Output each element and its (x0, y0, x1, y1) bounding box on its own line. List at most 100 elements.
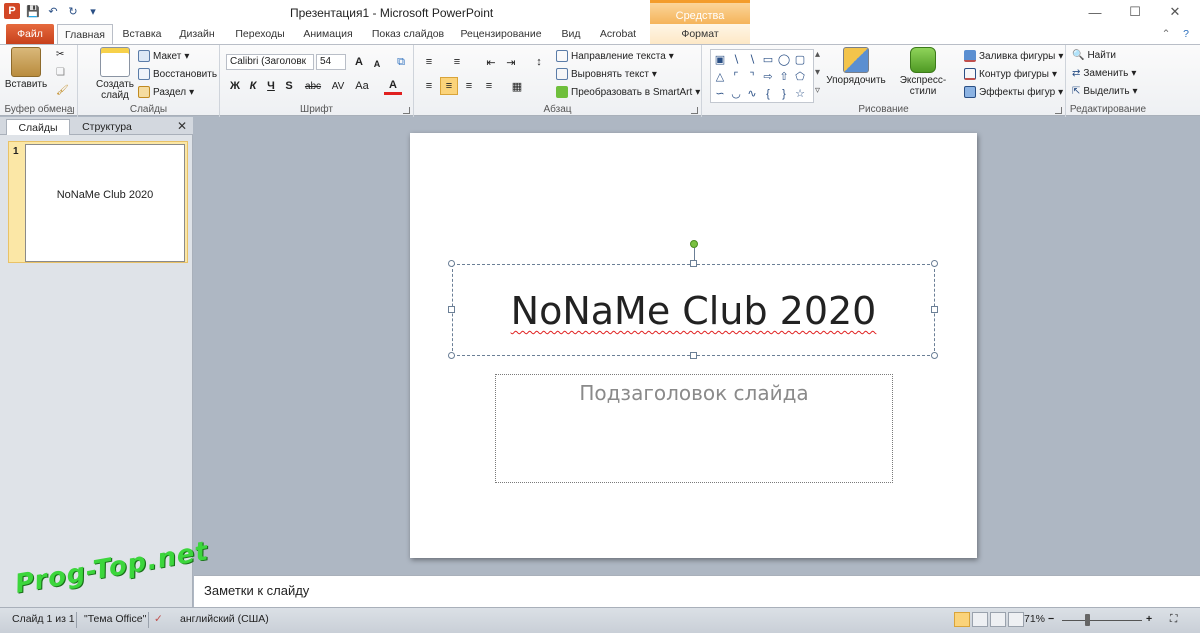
connector-shape-icon[interactable]: ⌜ (728, 68, 744, 85)
notes-placeholder[interactable]: Заметки к слайду (204, 583, 309, 598)
close-button[interactable]: ✕ (1160, 2, 1190, 22)
character-spacing-button[interactable]: AV (326, 77, 350, 95)
tab-home[interactable]: Главная (57, 24, 113, 44)
align-right-icon[interactable]: ≡ (460, 77, 478, 95)
shadow-s-button[interactable]: S (280, 77, 298, 95)
convert-smartart-button[interactable]: Преобразовать в SmartArt ▾ (556, 86, 700, 98)
rounded-rect-shape-icon[interactable]: ▢ (792, 51, 808, 68)
undo-icon[interactable]: ↶ (46, 4, 60, 18)
tab-transitions[interactable]: Переходы (228, 24, 292, 44)
paragraph-launcher-icon[interactable] (691, 107, 698, 114)
slide-thumbnail-item[interactable]: 1 NoNaMe Club 2020 (8, 141, 188, 263)
bold-button[interactable]: Ж (226, 77, 244, 95)
star-shape-icon[interactable]: ☆ (792, 85, 808, 102)
decrease-indent-icon[interactable]: ⇤ (482, 53, 500, 71)
curve-shape-icon[interactable]: ∽ (712, 85, 728, 102)
clipboard-launcher-icon[interactable] (67, 107, 74, 114)
flowchart-shape-icon[interactable]: ⬠ (792, 68, 808, 85)
slide-title-word-misspelled[interactable]: NoNaMe Club 2020 (511, 289, 877, 333)
font-color-button[interactable]: A (384, 77, 402, 95)
arrange-button[interactable]: Упорядочить (824, 47, 888, 86)
close-panel-icon[interactable]: ✕ (177, 119, 187, 133)
gallery-more-icon[interactable]: ▿ (815, 85, 820, 96)
slideshow-view-button[interactable] (1008, 612, 1024, 627)
resize-handle-top-left[interactable] (448, 260, 455, 267)
gallery-scroll-up-icon[interactable]: ▴ (815, 49, 820, 60)
arrow-shape-icon[interactable]: ⇨ (760, 68, 776, 85)
bullets-icon[interactable]: ≡ (420, 53, 438, 71)
columns-icon[interactable]: ▦ (508, 77, 526, 95)
layout-button[interactable]: Макет ▾ (138, 50, 189, 62)
brace-shape-icon[interactable]: { (760, 85, 776, 102)
line-spacing-icon[interactable]: ↕ (530, 53, 548, 71)
font-launcher-icon[interactable] (403, 107, 410, 114)
tab-insert[interactable]: Вставка (116, 24, 168, 44)
shapes-gallery[interactable]: ▣ ∖ ∖ ▭ ◯ ▢ △ ⌜ ⌝ ⇨ ⇧ ⬠ ∽ ◡ ∿ { } ☆ (710, 49, 814, 103)
tab-file[interactable]: Файл (6, 24, 54, 44)
reset-button[interactable]: Восстановить (138, 68, 217, 80)
title-placeholder[interactable]: NoNaMe Club 2020 (452, 264, 935, 356)
gallery-scroll-down-icon[interactable]: ▾ (815, 67, 820, 78)
shape-fill-button[interactable]: Заливка фигуры ▾ (964, 50, 1063, 62)
resize-handle-bottom[interactable] (690, 352, 697, 359)
resize-handle-top-right[interactable] (931, 260, 938, 267)
resize-handle-right[interactable] (931, 306, 938, 313)
maximize-button[interactable]: ☐ (1120, 2, 1150, 22)
tab-review[interactable]: Рецензирование (454, 24, 548, 44)
tab-slides[interactable]: Слайды (6, 119, 70, 135)
strikethrough-button[interactable]: abc (300, 77, 326, 95)
rectangle-shape-icon[interactable]: ▭ (760, 51, 776, 68)
shape-effects-button[interactable]: Эффекты фигур ▾ (964, 86, 1063, 98)
tab-design[interactable]: Дизайн (172, 24, 222, 44)
tab-slideshow[interactable]: Показ слайдов (366, 24, 450, 44)
slide-canvas[interactable]: NoNaMe Club 2020 Подзаголовок слайда (410, 133, 977, 558)
resize-handle-bottom-left[interactable] (448, 352, 455, 359)
drawing-launcher-icon[interactable] (1055, 107, 1062, 114)
align-center-icon[interactable]: ≡ (440, 77, 458, 95)
zoom-slider-thumb[interactable] (1085, 614, 1090, 626)
theme-name[interactable]: "Тема Office" (84, 613, 146, 625)
subtitle-placeholder-text[interactable]: Подзаголовок слайда (496, 381, 892, 405)
help-icon[interactable]: ? (1178, 24, 1194, 44)
cut-icon[interactable]: ✂ (56, 49, 64, 60)
slide-thumbnail[interactable]: NoNaMe Club 2020 (25, 144, 185, 262)
quick-styles-button[interactable]: Экспресс-стили (888, 47, 958, 97)
fit-to-window-icon[interactable]: ⛶ (1170, 613, 1177, 626)
change-case-button[interactable]: Aa (350, 77, 374, 95)
redo-icon[interactable]: ↻ (66, 4, 80, 18)
section-button[interactable]: Раздел ▾ (138, 86, 194, 98)
zoom-level[interactable]: 71% (1024, 613, 1045, 625)
numbering-icon[interactable]: ≡ (448, 53, 466, 71)
font-size-select[interactable]: 54 (316, 54, 346, 70)
triangle-shape-icon[interactable]: △ (712, 68, 728, 85)
text-direction-button[interactable]: Направление текста ▾ (556, 50, 674, 62)
normal-view-button[interactable] (954, 612, 970, 627)
reading-view-button[interactable] (990, 612, 1006, 627)
paste-button[interactable]: Вставить (5, 47, 47, 90)
increase-indent-icon[interactable]: ⇥ (502, 53, 520, 71)
minimize-button[interactable]: — (1080, 2, 1110, 22)
oval-shape-icon[interactable]: ◯ (776, 51, 792, 68)
brace-shape-icon[interactable]: } (776, 85, 792, 102)
slide-counter[interactable]: Слайд 1 из 1 (12, 613, 75, 625)
tab-format[interactable]: Формат (650, 24, 750, 44)
spellcheck-icon[interactable]: ✓ (154, 613, 163, 625)
clear-formatting-icon[interactable]: ⧉ (392, 53, 410, 71)
copy-icon[interactable]: ❏ (56, 67, 65, 78)
shape-outline-button[interactable]: Контур фигуры ▾ (964, 68, 1057, 80)
resize-handle-left[interactable] (448, 306, 455, 313)
textbox-shape-icon[interactable]: ▣ (712, 51, 728, 68)
italic-button[interactable]: К (244, 77, 262, 95)
zoom-out-icon[interactable]: − (1048, 613, 1054, 625)
zoom-slider-track[interactable] (1062, 620, 1142, 621)
align-left-icon[interactable]: ≡ (420, 77, 438, 95)
line-shape-icon[interactable]: ∖ (728, 51, 744, 68)
language-indicator[interactable]: английский (США) (180, 613, 269, 625)
tab-animations[interactable]: Анимация (296, 24, 360, 44)
customize-qat-icon[interactable]: ▾ (86, 4, 100, 18)
save-icon[interactable]: 💾 (26, 4, 40, 18)
select-button[interactable]: ⇱ Выделить ▾ (1072, 86, 1138, 97)
underline-button[interactable]: Ч (262, 77, 280, 95)
shrink-font-button[interactable]: A (368, 55, 386, 73)
tab-acrobat[interactable]: Acrobat (594, 24, 642, 44)
